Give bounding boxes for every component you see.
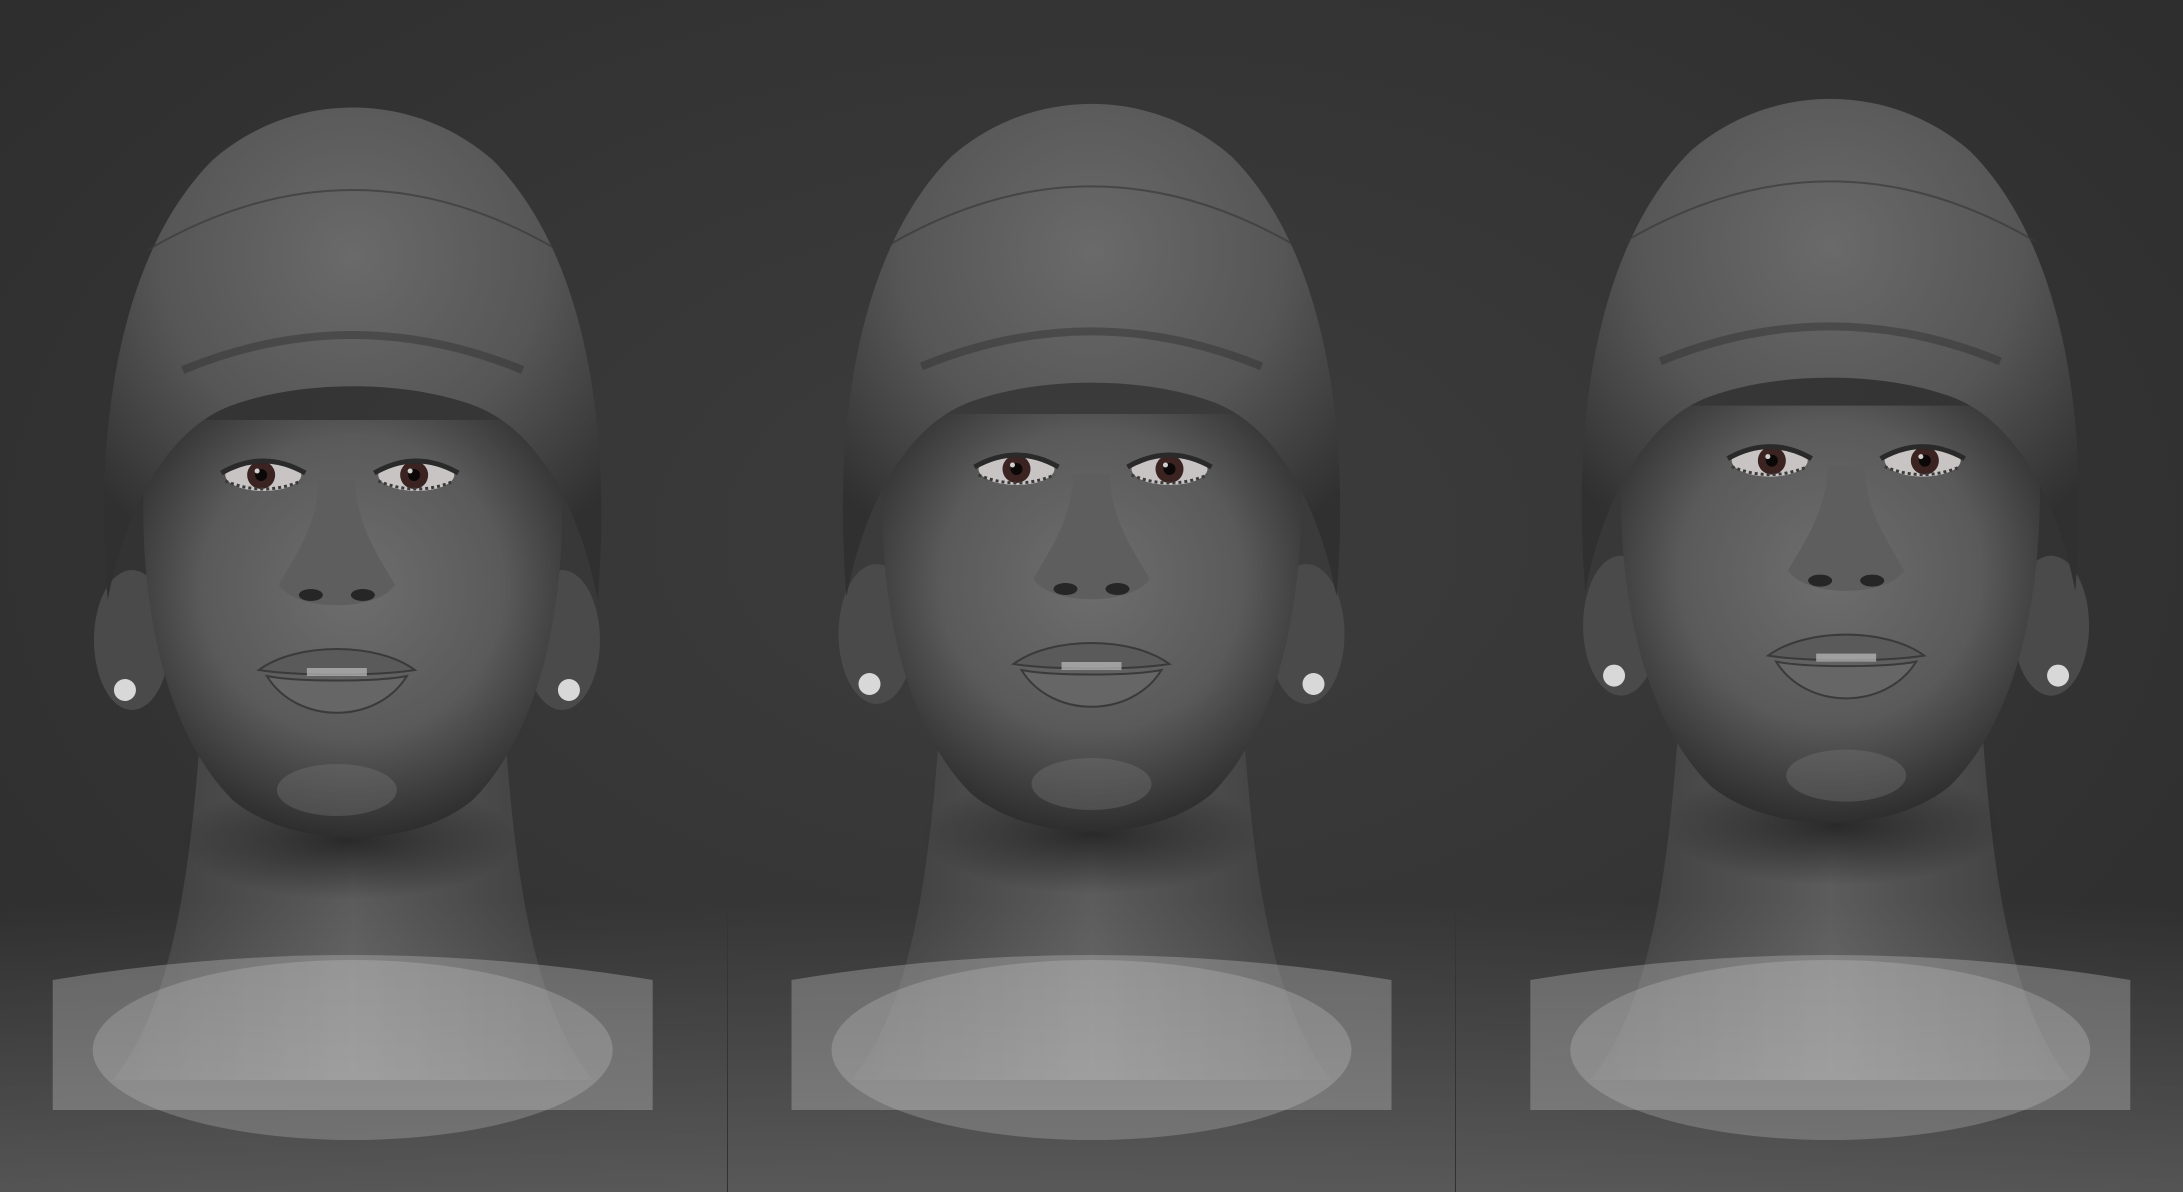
left-eye-highlight [1010,462,1015,468]
left-earring [858,673,881,695]
head-render-right [1456,0,2183,1192]
teeth [306,668,367,676]
chin-highlight [276,764,397,816]
head-render-front [728,0,1455,1192]
bottom-fade [728,900,1455,1192]
head-front [728,103,1455,1192]
left-earring [113,679,136,701]
teeth [1061,662,1122,670]
right-earring [2047,664,2070,687]
bottom-fade [0,900,727,1192]
right-nostril [350,589,375,601]
render-viewport [0,0,2183,1192]
right-eye-highlight [407,468,413,474]
right-earring [557,679,580,701]
bottom-fade [1456,900,2183,1192]
left-nostril [298,589,323,601]
left-eye-highlight [1765,454,1771,460]
head-right-three-quarter [1456,98,2183,1192]
right-eye-highlight [1918,454,1924,460]
right-eye-highlight [1163,462,1168,468]
left-eye-highlight [254,468,260,474]
left-nostril [1053,583,1078,595]
head-left-three-quarter [0,107,727,1192]
left-nostril [1808,574,1833,587]
right-nostril [1860,574,1885,587]
right-nostril [1105,583,1130,595]
chin-highlight [1031,758,1152,810]
left-earring [1603,664,1626,687]
head-render-left [0,0,727,1192]
right-earring [1302,673,1325,695]
teeth [1816,653,1877,662]
chin-highlight [1786,749,1907,802]
